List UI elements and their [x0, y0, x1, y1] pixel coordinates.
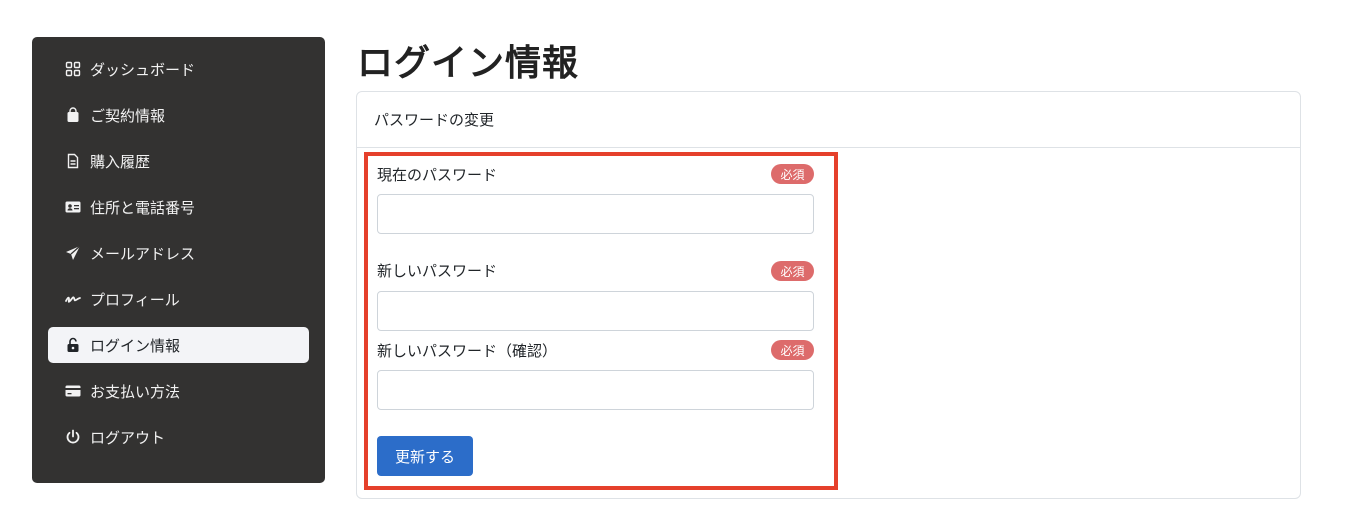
sidebar-item-label: プロフィール: [90, 290, 180, 309]
sidebar: ダッシュボード ご契約情報 購入履歴 住所と電話番号 メールアドレス プロフィー…: [32, 37, 325, 483]
send-icon: [65, 245, 81, 261]
sidebar-item-logout[interactable]: ログアウト: [48, 419, 309, 455]
card-header: パスワードの変更: [357, 92, 1300, 148]
confirm-password-input[interactable]: [377, 370, 814, 410]
sidebar-item-email[interactable]: メールアドレス: [48, 235, 309, 271]
current-password-label: 現在のパスワード: [377, 166, 498, 184]
shopping-bag-icon: [65, 107, 81, 123]
sidebar-item-label: ログアウト: [90, 428, 166, 447]
sidebar-item-label: ログイン情報: [90, 336, 181, 355]
new-password-input[interactable]: [377, 291, 814, 331]
confirm-password-label: 新しいパスワード（確認）: [377, 342, 558, 360]
sidebar-item-dashboard[interactable]: ダッシュボード: [48, 51, 309, 87]
sidebar-item-label: お支払い方法: [90, 382, 181, 401]
page-title: ログイン情報: [357, 43, 580, 84]
sidebar-item-login-info[interactable]: ログイン情報: [48, 327, 309, 363]
update-button[interactable]: 更新する: [377, 436, 473, 476]
sidebar-item-purchase-history[interactable]: 購入履歴: [48, 143, 309, 179]
power-icon: [65, 429, 81, 445]
required-badge: 必須: [771, 164, 814, 184]
document-icon: [65, 153, 81, 169]
sidebar-item-label: ご契約情報: [90, 106, 166, 125]
unlock-icon: [65, 337, 81, 353]
sidebar-item-contract[interactable]: ご契約情報: [48, 97, 309, 133]
signature-icon: [65, 291, 81, 307]
sidebar-item-address-phone[interactable]: 住所と電話番号: [48, 189, 309, 225]
current-password-input[interactable]: [377, 194, 814, 234]
id-card-icon: [65, 199, 81, 215]
required-badge: 必須: [771, 261, 814, 281]
sidebar-item-profile[interactable]: プロフィール: [48, 281, 309, 317]
sidebar-item-label: 購入履歴: [90, 152, 151, 171]
dashboard-icon: [65, 61, 81, 77]
sidebar-item-label: ダッシュボード: [90, 60, 196, 79]
sidebar-item-payment-method[interactable]: お支払い方法: [48, 373, 309, 409]
required-badge: 必須: [771, 340, 814, 360]
credit-card-icon: [65, 383, 81, 399]
sidebar-item-label: 住所と電話番号: [90, 198, 196, 217]
sidebar-item-label: メールアドレス: [90, 244, 196, 263]
new-password-label: 新しいパスワード: [377, 262, 498, 280]
